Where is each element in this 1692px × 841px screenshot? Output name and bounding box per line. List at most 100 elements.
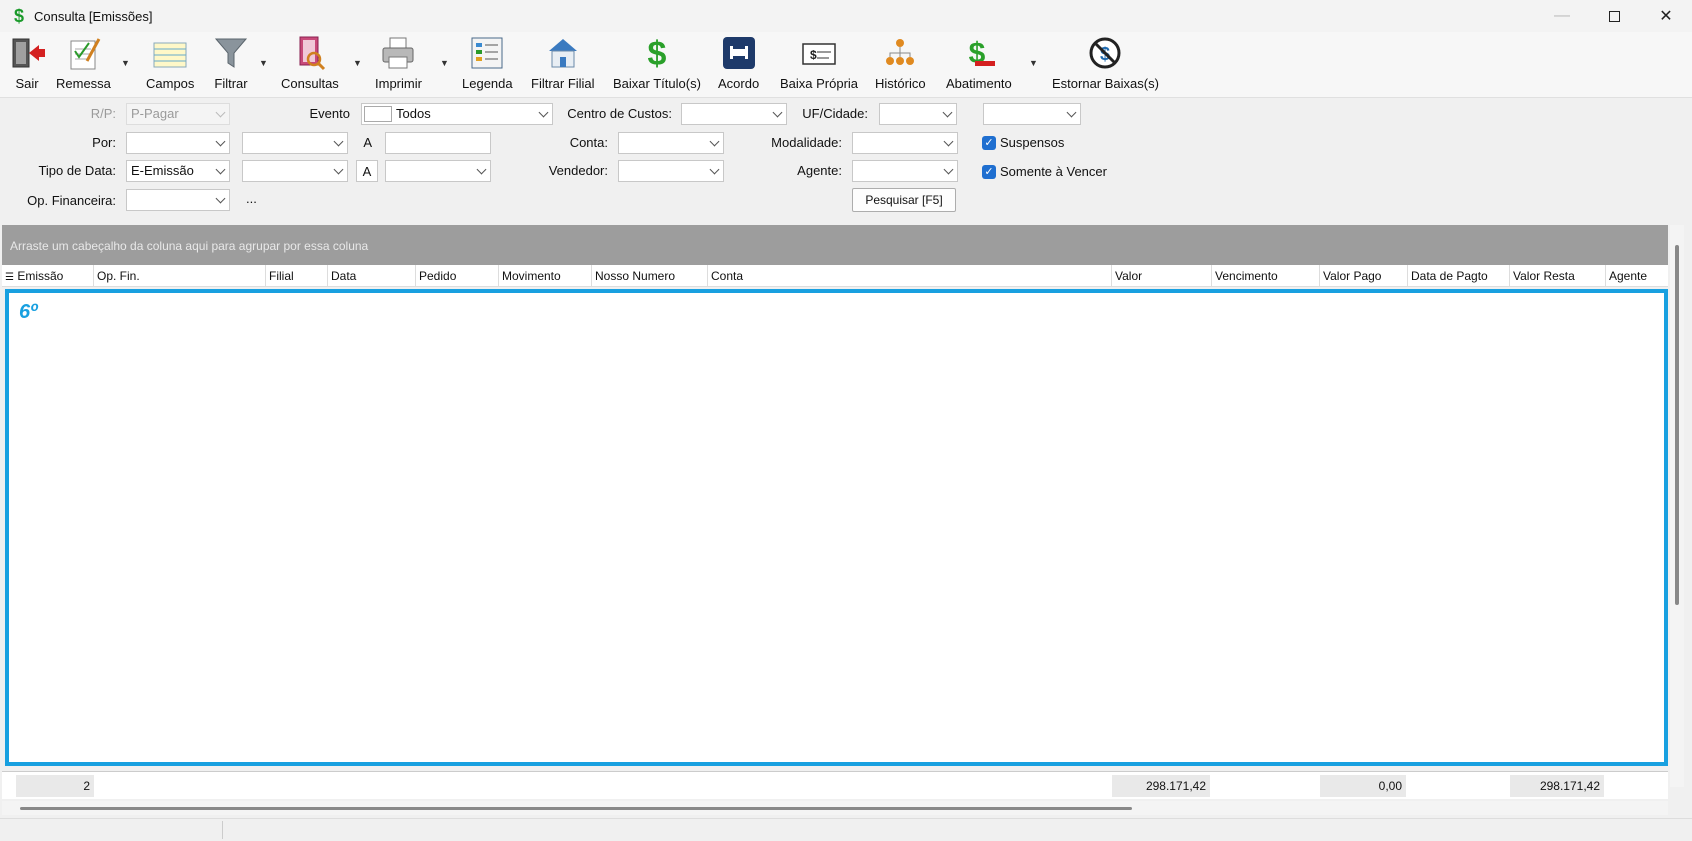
column-header-vencimento[interactable]: Vencimento [1212,265,1320,287]
column-header-nosso-numero[interactable]: Nosso Numero [592,265,708,287]
grid-header: ☰ Emissão Op. Fin. Filial Data Pedido Mo… [2,265,1668,287]
pesquisar-button[interactable]: Pesquisar [F5] [852,188,956,212]
column-header-valor[interactable]: Valor [1112,265,1212,287]
column-header-valor-resta[interactable]: Valor Resta [1510,265,1606,287]
baixar-titulo-label: Baixar Título(s) [613,76,701,91]
campos-button[interactable]: Campos [146,34,194,96]
horizontal-scroll-thumb[interactable] [20,807,1132,810]
column-header-op-fin[interactable]: Op. Fin. [94,265,266,287]
svg-text:$: $ [810,48,817,62]
horizontal-scrollbar[interactable] [2,801,1668,815]
rp-label: R/P: [90,106,116,121]
filtrar-filial-label: Filtrar Filial [531,76,595,91]
maximize-button[interactable] [1588,0,1640,32]
modalidade-label: Modalidade: [771,135,842,150]
abatimento-button[interactable]: $ Abatimento [946,34,1012,96]
rp-select[interactable]: P-Pagar [126,103,230,125]
no-dollar-icon: $ [1086,34,1124,72]
title-bar: $ Consulta [Emissões] — ✕ [0,0,1692,32]
baixa-propria-label: Baixa Própria [780,76,859,91]
column-title: Vencimento [1215,269,1278,283]
check-icon: ✓ [982,164,996,179]
column-header-movimento[interactable]: Movimento [499,265,592,287]
conta-select[interactable] [618,132,724,154]
a-button[interactable]: A [356,160,378,182]
column-title: Filial [269,269,294,283]
filtrar-filial-button[interactable]: Filtrar Filial [531,34,595,96]
somente-vencer-checkbox[interactable]: ✓ Somente à Vencer [982,164,1107,179]
close-button[interactable]: ✕ [1640,0,1692,32]
filtrar-label: Filtrar [214,76,248,91]
column-header-pedido[interactable]: Pedido [416,265,499,287]
column-header-conta[interactable]: Conta [708,265,1112,287]
minimize-button[interactable]: — [1536,0,1588,32]
imprimir-dropdown-icon[interactable]: ▼ [440,58,449,68]
footer-valor-resta-total: 298.171,42 [1510,775,1604,797]
remessa-button[interactable]: Remessa [56,34,111,96]
dollar-minus-icon: $ [960,34,998,72]
column-header-emissao[interactable]: ☰ Emissão [2,265,94,287]
uf-select[interactable] [879,103,957,125]
modalidade-select[interactable] [852,132,958,154]
column-header-agente[interactable]: Agente [1606,265,1668,287]
column-header-data[interactable]: Data [328,265,416,287]
vendedor-label: Vendedor: [548,163,608,178]
vertical-scrollbar[interactable] [1670,225,1684,787]
tipo-data-select[interactable]: E-Emissão [126,160,230,182]
vertical-scroll-thumb[interactable] [1675,245,1679,605]
abatimento-dropdown-icon[interactable]: ▼ [1029,58,1038,68]
column-header-valor-pago[interactable]: Valor Pago [1320,265,1408,287]
baixa-propria-button[interactable]: $ Baixa Própria [780,34,858,96]
group-by-panel[interactable]: Arraste um cabeçalho da coluna aqui para… [2,225,1668,265]
status-bar [0,818,1692,841]
uf-cidade-label: UF/Cidade: [802,106,868,121]
imprimir-button[interactable]: Imprimir [375,34,422,96]
centro-custos-select[interactable] [681,103,787,125]
suspensos-checkbox[interactable]: ✓ Suspensos [982,135,1064,150]
column-chooser-icon[interactable]: ☰ [5,272,14,283]
consultas-dropdown-icon[interactable]: ▼ [353,58,362,68]
search-document-icon [291,34,329,72]
suspensos-label: Suspensos [1000,135,1065,150]
filtrar-button[interactable]: Filtrar [212,34,250,96]
data-from-select[interactable] [242,160,348,182]
baixar-titulo-button[interactable]: $ Baixar Título(s) [613,34,701,96]
column-header-filial[interactable]: Filial [266,265,328,287]
column-title: Data [331,269,357,283]
conta-label: Conta: [569,135,608,150]
consultas-button[interactable]: Consultas [281,34,339,96]
column-title: Pedido [419,269,457,283]
evento-select[interactable]: Todos [361,103,553,125]
por-from-select[interactable] [242,132,348,154]
filtrar-dropdown-icon[interactable]: ▼ [259,58,268,68]
column-title: Movimento [502,269,561,283]
data-to-select[interactable] [385,160,491,182]
column-title: Op. Fin. [97,269,140,283]
column-title: Valor Resta [1513,269,1575,283]
evento-label: Evento [309,106,350,121]
toolbar: Sair Remessa ▼ Campos Filtrar ▼ Consulta… [0,32,1692,98]
agente-select[interactable] [852,160,958,182]
cidade-select[interactable] [983,103,1081,125]
op-financeira-select[interactable] [126,189,230,211]
grid-body[interactable]: 6º [5,289,1668,766]
somente-vencer-label: Somente à Vencer [1000,164,1107,179]
estornar-baixas-button[interactable]: $ Estornar Baixas(s) [1052,34,1159,96]
vendedor-select[interactable] [618,160,724,182]
column-header-data-pagto[interactable]: Data de Pagto [1408,265,1510,287]
por-label: Por: [92,135,116,150]
sair-button[interactable]: Sair [8,34,46,96]
consultas-label: Consultas [281,76,339,91]
exit-door-icon [8,34,46,72]
printer-icon [379,34,417,72]
legenda-button[interactable]: Legenda [462,34,513,96]
op-financeira-label: Op. Financeira: [27,193,116,208]
acordo-button[interactable]: Acordo [718,34,759,96]
annotation-mark: 6º [19,301,38,323]
historico-button[interactable]: Histórico [875,34,926,96]
op-financeira-more-button[interactable]: ... [246,191,260,206]
remessa-dropdown-icon[interactable]: ▼ [121,58,130,68]
por-to-input[interactable] [385,132,491,154]
por-select[interactable] [126,132,230,154]
footer-count: 2 [16,775,94,797]
